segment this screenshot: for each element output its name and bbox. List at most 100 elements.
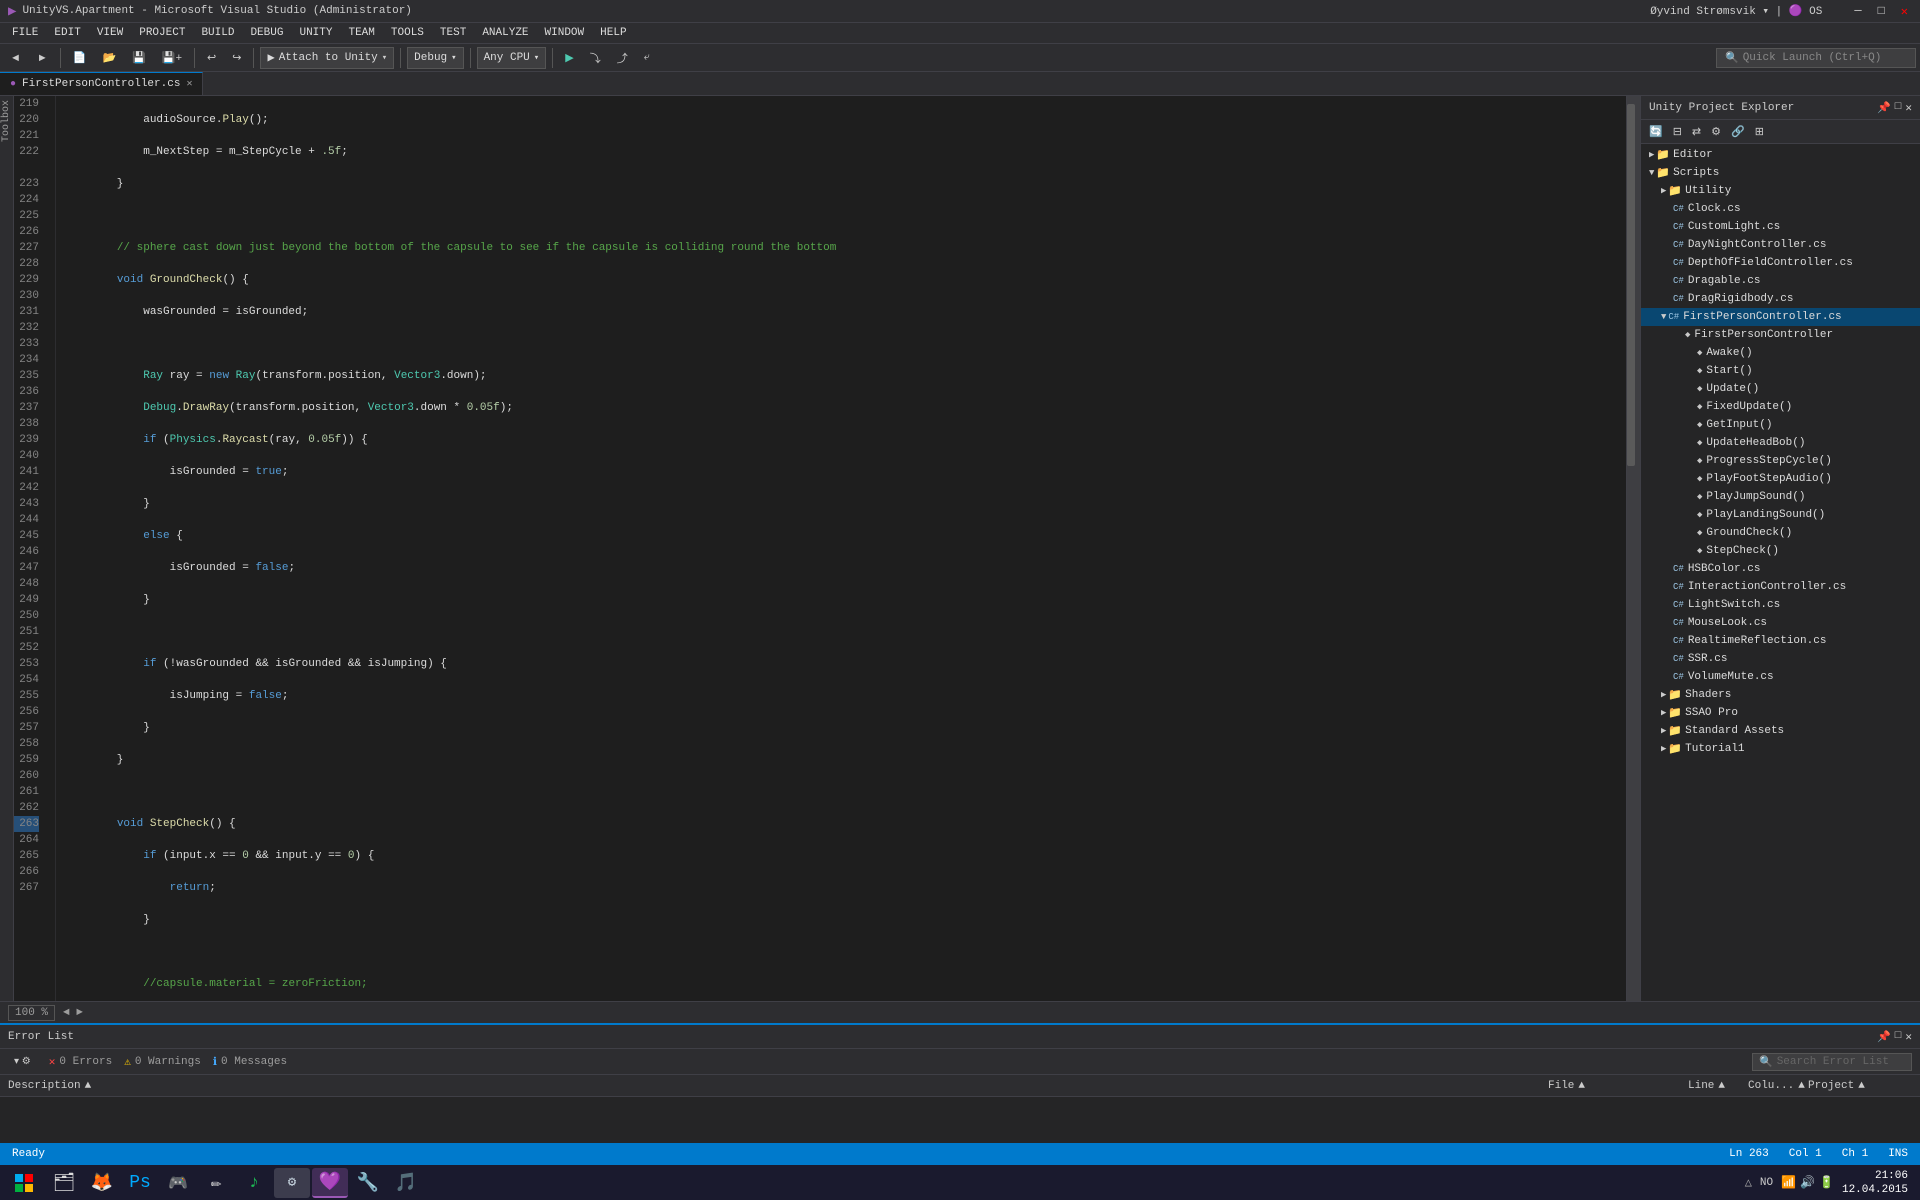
col-line[interactable]: Line ▲ — [1680, 1080, 1740, 1092]
warning-filter[interactable]: ⚠ 0 Warnings — [124, 1055, 201, 1069]
tree-groundcheck[interactable]: ◆ GroundCheck() — [1641, 524, 1920, 542]
tree-editor-folder[interactable]: ▶ 📁 Editor — [1641, 146, 1920, 164]
menu-team[interactable]: TEAM — [340, 25, 382, 41]
tree-ssao[interactable]: ▶ 📁 SSAO Pro — [1641, 704, 1920, 722]
expand-t1-arrow[interactable]: ▶ — [1661, 744, 1666, 754]
col-file[interactable]: File ▲ — [1540, 1080, 1680, 1092]
menu-view[interactable]: VIEW — [89, 25, 131, 41]
tree-hsbcolor[interactable]: C# HSBColor.cs — [1641, 560, 1920, 578]
sync-button[interactable]: ⇄ — [1688, 123, 1705, 140]
tree-playfootstep[interactable]: ◆ PlayFootStepAudio() — [1641, 470, 1920, 488]
zoom-level[interactable]: 100 % — [8, 1005, 55, 1021]
app9-taskbar[interactable]: 🔧 — [350, 1168, 386, 1198]
menu-file[interactable]: FILE — [4, 25, 46, 41]
message-filter[interactable]: ℹ 0 Messages — [213, 1055, 287, 1069]
editor-scrollbar[interactable] — [1626, 96, 1640, 1001]
error-filter[interactable]: ✕ 0 Errors — [49, 1055, 112, 1069]
tree-volumemute[interactable]: C# VolumeMute.cs — [1641, 668, 1920, 686]
close-button[interactable]: ✕ — [1897, 4, 1912, 19]
tree-scripts-folder[interactable]: ▼ 📁 Scripts — [1641, 164, 1920, 182]
tree-stepcheck[interactable]: ◆ StepCheck() — [1641, 542, 1920, 560]
tab-close-button[interactable]: ✕ — [186, 78, 192, 90]
tree-fpc[interactable]: ▼ C# FirstPersonController.cs — [1641, 308, 1920, 326]
expand-shaders-arrow[interactable]: ▶ — [1661, 690, 1666, 700]
quick-launch[interactable]: 🔍 Quick Launch (Ctrl+Q) — [1716, 48, 1916, 68]
steam-taskbar[interactable]: ⚙ — [274, 1168, 310, 1198]
show-desktop[interactable]: △ — [1745, 1175, 1752, 1190]
tree-realtimereflection[interactable]: C# RealtimeReflection.cs — [1641, 632, 1920, 650]
tree-clock[interactable]: C# Clock.cs — [1641, 200, 1920, 218]
attach-to-unity-button[interactable]: ▶ Attach to Unity ▾ — [260, 47, 394, 69]
code-content[interactable]: audioSource.Play(); m_NextStep = m_StepC… — [56, 96, 1626, 1001]
start-button[interactable]: ▶ — [559, 49, 579, 66]
col-description[interactable]: Description ▲ — [0, 1080, 1540, 1092]
tree-dragable[interactable]: C# Dragable.cs — [1641, 272, 1920, 290]
tree-progressstepcycle[interactable]: ◆ ProgressStepCycle() — [1641, 452, 1920, 470]
settings-button[interactable]: ⚙ — [1707, 123, 1725, 140]
code-editor[interactable]: 219220221222 223224225226227 22822923023… — [14, 96, 1640, 1001]
tree-standardassets[interactable]: ▶ 📁 Standard Assets — [1641, 722, 1920, 740]
app5-taskbar[interactable]: ✏ — [198, 1168, 234, 1198]
start-button[interactable] — [4, 1168, 44, 1198]
vs-taskbar[interactable]: 💜 — [312, 1168, 348, 1198]
tree-interactioncontroller[interactable]: C# InteractionController.cs — [1641, 578, 1920, 596]
undo-button[interactable]: ↩ — [201, 49, 222, 66]
save-all-button[interactable]: 💾+ — [156, 49, 188, 66]
menu-test[interactable]: TEST — [432, 25, 474, 41]
menu-build[interactable]: BUILD — [193, 25, 242, 41]
tree-depthoffield[interactable]: C# DepthOfFieldController.cs — [1641, 254, 1920, 272]
pin-button[interactable]: 📌 — [1877, 101, 1891, 115]
tree-fpc-class[interactable]: ◆ FirstPersonController — [1641, 326, 1920, 344]
minimize-button[interactable]: ─ — [1850, 4, 1865, 19]
error-search[interactable]: 🔍 Search Error List — [1752, 1053, 1912, 1071]
tree-mouselook[interactable]: C# MouseLook.cs — [1641, 614, 1920, 632]
menu-analyze[interactable]: ANALYZE — [474, 25, 536, 41]
tree-daynightcontroller[interactable]: C# DayNightController.cs — [1641, 236, 1920, 254]
tree-customlight[interactable]: C# CustomLight.cs — [1641, 218, 1920, 236]
forward-button[interactable]: ► — [31, 50, 54, 66]
user-info[interactable]: Øyvind Strømsvik ▾ | 🟣 OS — [1650, 4, 1822, 19]
menu-window[interactable]: WINDOW — [537, 25, 593, 41]
close-error-button[interactable]: ✕ — [1905, 1030, 1912, 1044]
collapse-button[interactable]: ⊟ — [1669, 123, 1686, 140]
expand-sa-arrow[interactable]: ▶ — [1661, 726, 1666, 736]
tree-ssr[interactable]: C# SSR.cs — [1641, 650, 1920, 668]
filter-button[interactable]: ▾ ⚙ — [8, 1054, 37, 1069]
expand-button[interactable]: □ — [1895, 101, 1902, 115]
tree-tutorial1[interactable]: ▶ 📁 Tutorial1 — [1641, 740, 1920, 758]
tree-dragrb[interactable]: C# DragRigidbody.cs — [1641, 290, 1920, 308]
tree-start[interactable]: ◆ Start() — [1641, 362, 1920, 380]
app10-taskbar[interactable]: 🎵 — [388, 1168, 424, 1198]
tree-playlanding[interactable]: ◆ PlayLandingSound() — [1641, 506, 1920, 524]
open-button[interactable]: 📂 — [96, 49, 122, 66]
unity-taskbar[interactable]: 🎮 — [160, 1168, 196, 1198]
menu-project[interactable]: PROJECT — [131, 25, 193, 41]
expand-error-button[interactable]: □ — [1895, 1030, 1902, 1044]
redo-button[interactable]: ↪ — [226, 49, 247, 66]
tree-utility-folder[interactable]: ▶ 📁 Utility — [1641, 182, 1920, 200]
pin-error-button[interactable]: 📌 — [1877, 1030, 1891, 1044]
expand-utility-arrow[interactable]: ▶ — [1661, 186, 1666, 196]
clock[interactable]: 21:06 12.04.2015 — [1842, 1169, 1908, 1197]
file-explorer-taskbar[interactable]: 🗂 — [46, 1168, 82, 1198]
step-into-button[interactable]: ⤵ — [584, 48, 607, 68]
debug-dropdown[interactable]: Debug ▾ — [407, 47, 463, 69]
expand-scripts-arrow[interactable]: ▼ — [1649, 168, 1654, 178]
col-col[interactable]: Colu... ▲ — [1740, 1080, 1800, 1092]
new-project-button[interactable]: 📄 — [67, 49, 93, 66]
step-over-button[interactable]: ⤴ — [611, 48, 634, 68]
photoshop-taskbar[interactable]: Ps — [122, 1168, 158, 1198]
maximize-button[interactable]: □ — [1874, 4, 1889, 19]
tree-updateheadbob[interactable]: ◆ UpdateHeadBob() — [1641, 434, 1920, 452]
close-explorer-button[interactable]: ✕ — [1905, 101, 1912, 115]
tree-lightswitch[interactable]: C# LightSwitch.cs — [1641, 596, 1920, 614]
attach-settings-button[interactable]: 🔗 — [1727, 123, 1749, 140]
save-button[interactable]: 💾 — [126, 49, 152, 66]
refresh-button[interactable]: 🔄 — [1645, 123, 1667, 140]
col-project[interactable]: Project ▲ — [1800, 1080, 1920, 1092]
step-out-button[interactable]: ⤶ — [638, 49, 656, 66]
back-button[interactable]: ◄ — [4, 50, 27, 66]
attach-dropdown-arrow[interactable]: ▾ — [382, 53, 387, 63]
tree-getinput[interactable]: ◆ GetInput() — [1641, 416, 1920, 434]
menu-tools[interactable]: TOOLS — [383, 25, 432, 41]
